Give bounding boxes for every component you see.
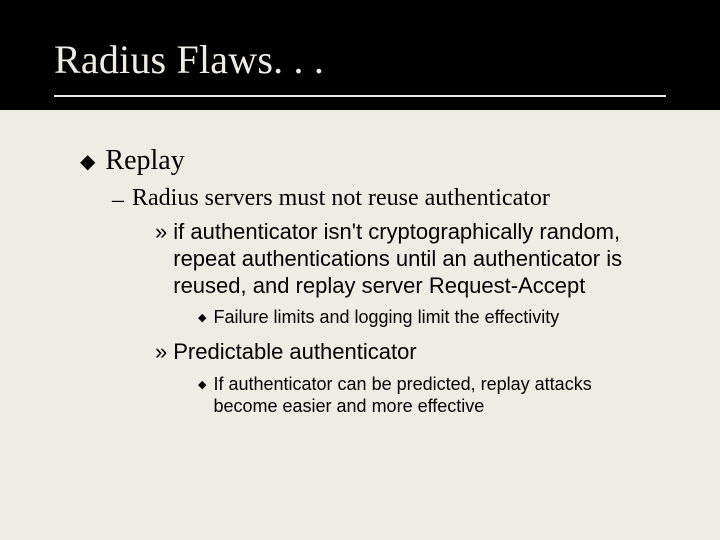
l3b-text: Predictable authenticator: [173, 339, 660, 366]
l1-text: Replay: [105, 145, 184, 177]
bullet-level-3: » Predictable authenticator: [155, 339, 660, 366]
title-divider: [54, 95, 666, 97]
bullet-level-2: – Radius servers must not reuse authenti…: [112, 185, 660, 215]
quote-bullet-icon: »: [155, 339, 167, 366]
bullet-level-4: ◆ If authenticator can be predicted, rep…: [198, 374, 660, 418]
l3a-text: if authenticator isn't cryptographically…: [173, 219, 660, 299]
l2-text: Radius servers must not reuse authentica…: [132, 185, 550, 212]
bullet-level-3: » if authenticator isn't cryptographical…: [155, 219, 660, 299]
diamond-small-bullet-icon: ◆: [198, 307, 206, 329]
bullet-level-1: ◆ Replay: [80, 145, 660, 179]
dash-bullet-icon: –: [112, 185, 124, 215]
slide-content: ◆ Replay – Radius servers must not reuse…: [80, 145, 660, 428]
l4a-text: Failure limits and logging limit the eff…: [213, 307, 660, 329]
slide-title: Radius Flaws. . .: [54, 36, 324, 83]
slide: Radius Flaws. . . ◆ Replay – Radius serv…: [0, 0, 720, 540]
diamond-bullet-icon: ◆: [80, 145, 95, 179]
diamond-small-bullet-icon: ◆: [198, 374, 206, 396]
l4b-text: If authenticator can be predicted, repla…: [213, 374, 660, 418]
bullet-level-4: ◆ Failure limits and logging limit the e…: [198, 307, 660, 329]
quote-bullet-icon: »: [155, 219, 167, 246]
